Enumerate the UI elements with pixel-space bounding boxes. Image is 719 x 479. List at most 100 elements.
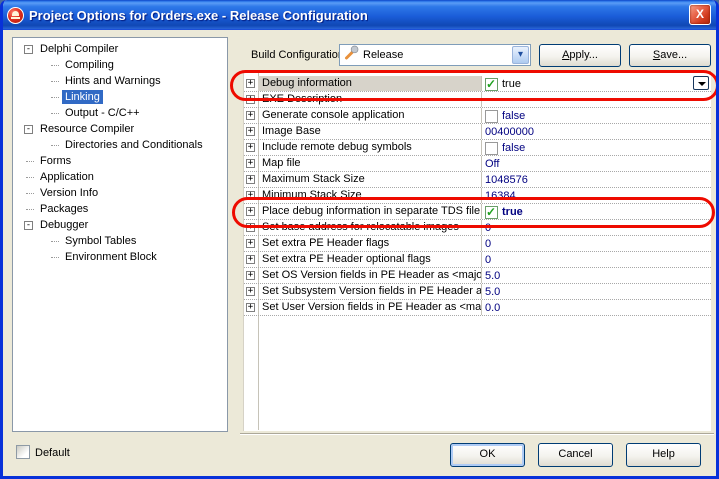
expand-box[interactable]: +: [246, 303, 255, 312]
grid-row-gutter: +: [244, 127, 258, 136]
expand-box[interactable]: +: [246, 175, 255, 184]
property-value[interactable]: 0: [481, 252, 711, 267]
chevron-down-icon: ▾: [518, 49, 523, 60]
options-tree[interactable]: -Delphi CompilerCompilingHints and Warni…: [12, 37, 228, 432]
grid-row-image-base[interactable]: +Image Base00400000: [244, 124, 711, 140]
grid-row-exe-description[interactable]: +EXE Description: [244, 92, 711, 108]
grid-row-set-base-address-for-relocatable-images[interactable]: +Set base address for relocatable images…: [244, 220, 711, 236]
tree-item-directories-and-conditionals[interactable]: Directories and Conditionals: [13, 137, 227, 153]
property-value[interactable]: 0: [481, 220, 711, 235]
tree-item-debugger[interactable]: -Debugger: [13, 217, 227, 233]
tree-collapse-box[interactable]: -: [24, 125, 33, 134]
expand-box[interactable]: +: [246, 287, 255, 296]
tree-connector: [51, 257, 59, 258]
grid-row-set-subsystem-version-fields-in-pe-header-as[interactable]: +Set Subsystem Version fields in PE Head…: [244, 284, 711, 300]
build-configuration-combo[interactable]: Release ▾: [339, 44, 531, 66]
titlebar[interactable]: Project Options for Orders.exe - Release…: [0, 0, 719, 30]
property-value[interactable]: false: [481, 108, 711, 123]
expand-box[interactable]: +: [246, 159, 255, 168]
tree-item-packages[interactable]: Packages: [13, 201, 227, 217]
value-dropdown-button[interactable]: [693, 76, 709, 90]
property-value[interactable]: 1048576: [481, 172, 711, 187]
property-value[interactable]: 16384: [481, 188, 711, 203]
property-value[interactable]: true: [481, 204, 711, 219]
grid-row-gutter: +: [244, 271, 258, 280]
combo-dropdown-button[interactable]: ▾: [512, 46, 529, 64]
tree-connector: [51, 145, 59, 146]
expand-box[interactable]: +: [246, 79, 255, 88]
property-value[interactable]: true: [481, 76, 711, 91]
grid-row-map-file[interactable]: +Map fileOff: [244, 156, 711, 172]
app-icon-base: [11, 17, 20, 19]
wrench-icon: [343, 45, 359, 66]
tree-collapse-box[interactable]: -: [24, 45, 33, 54]
property-value-text: true: [502, 78, 521, 90]
grid-row-debug-information[interactable]: +Debug informationtrue: [244, 76, 711, 92]
tree-item-label: Environment Block: [62, 250, 160, 264]
ok-button-label: OK: [480, 448, 496, 460]
grid-row-gutter: +: [244, 239, 258, 248]
property-value[interactable]: 0: [481, 236, 711, 251]
properties-grid[interactable]: +Debug informationtrue+EXE Description+G…: [243, 71, 711, 431]
checked-checkbox[interactable]: [485, 78, 498, 91]
expand-box[interactable]: +: [246, 255, 255, 264]
grid-row-minimum-stack-size[interactable]: +Minimum Stack Size16384: [244, 188, 711, 204]
grid-row-set-extra-pe-header-optional-flags[interactable]: +Set extra PE Header optional flags0: [244, 252, 711, 268]
property-value[interactable]: 00400000: [481, 124, 711, 139]
tree-connector: [26, 177, 34, 178]
property-name: Set OS Version fields in PE Header as <m…: [258, 268, 481, 283]
property-value[interactable]: 0.0: [481, 300, 711, 315]
grid-row-generate-console-application[interactable]: +Generate console applicationfalse: [244, 108, 711, 124]
expand-box[interactable]: +: [246, 239, 255, 248]
tree-item-compiling[interactable]: Compiling: [13, 57, 227, 73]
expand-box[interactable]: +: [246, 207, 255, 216]
tree-item-delphi-compiler[interactable]: -Delphi Compiler: [13, 41, 227, 57]
close-button[interactable]: X: [689, 4, 711, 25]
ok-button[interactable]: OK: [450, 443, 525, 467]
window-title: Project Options for Orders.exe - Release…: [29, 8, 368, 23]
grid-row-place-debug-information-in-separate-tds-file[interactable]: +Place debug information in separate TDS…: [244, 204, 711, 220]
tree-item-hints-and-warnings[interactable]: Hints and Warnings: [13, 73, 227, 89]
unchecked-checkbox[interactable]: [485, 142, 498, 155]
expand-box[interactable]: +: [246, 127, 255, 136]
default-checkbox[interactable]: [16, 445, 30, 459]
grid-row-maximum-stack-size[interactable]: +Maximum Stack Size1048576: [244, 172, 711, 188]
tree-item-resource-compiler[interactable]: -Resource Compiler: [13, 121, 227, 137]
grid-row-set-user-version-fields-in-pe-header-as-major[interactable]: +Set User Version fields in PE Header as…: [244, 300, 711, 316]
tree-collapse-box[interactable]: -: [24, 221, 33, 230]
expand-box[interactable]: +: [246, 191, 255, 200]
expand-box[interactable]: +: [246, 223, 255, 232]
save-button[interactable]: Save...: [629, 44, 711, 67]
tree-item-output-c-c[interactable]: Output - C/C++: [13, 105, 227, 121]
property-value-text: 1048576: [485, 174, 528, 186]
cancel-button[interactable]: Cancel: [538, 443, 613, 467]
property-value-text: 5.0: [485, 286, 500, 298]
expand-box[interactable]: +: [246, 271, 255, 280]
tree-item-application[interactable]: Application: [13, 169, 227, 185]
expand-box[interactable]: +: [246, 95, 255, 104]
tree-item-forms[interactable]: Forms: [13, 153, 227, 169]
apply-button[interactable]: Apply...: [539, 44, 621, 67]
tree-item-label: Packages: [37, 202, 91, 216]
grid-row-set-os-version-fields-in-pe-header-as-major[interactable]: +Set OS Version fields in PE Header as <…: [244, 268, 711, 284]
help-button[interactable]: Help: [626, 443, 701, 467]
tree-item-version-info[interactable]: Version Info: [13, 185, 227, 201]
checked-checkbox[interactable]: [485, 206, 498, 219]
property-value[interactable]: 5.0: [481, 284, 711, 299]
grid-row-include-remote-debug-symbols[interactable]: +Include remote debug symbolsfalse: [244, 140, 711, 156]
grid-row-gutter: +: [244, 159, 258, 168]
grid-row-set-extra-pe-header-flags[interactable]: +Set extra PE Header flags0: [244, 236, 711, 252]
property-value[interactable]: 5.0: [481, 268, 711, 283]
expand-box[interactable]: +: [246, 143, 255, 152]
tree-item-label: Debugger: [37, 218, 91, 232]
build-configuration-value: Release: [363, 49, 512, 61]
expand-box[interactable]: +: [246, 111, 255, 120]
tree-item-linking[interactable]: Linking: [13, 89, 227, 105]
property-value[interactable]: Off: [481, 156, 711, 171]
unchecked-checkbox[interactable]: [485, 110, 498, 123]
property-value[interactable]: [481, 92, 711, 107]
tree-item-symbol-tables[interactable]: Symbol Tables: [13, 233, 227, 249]
property-name: Set base address for relocatable images: [258, 220, 481, 235]
tree-item-environment-block[interactable]: Environment Block: [13, 249, 227, 265]
property-value[interactable]: false: [481, 140, 711, 155]
